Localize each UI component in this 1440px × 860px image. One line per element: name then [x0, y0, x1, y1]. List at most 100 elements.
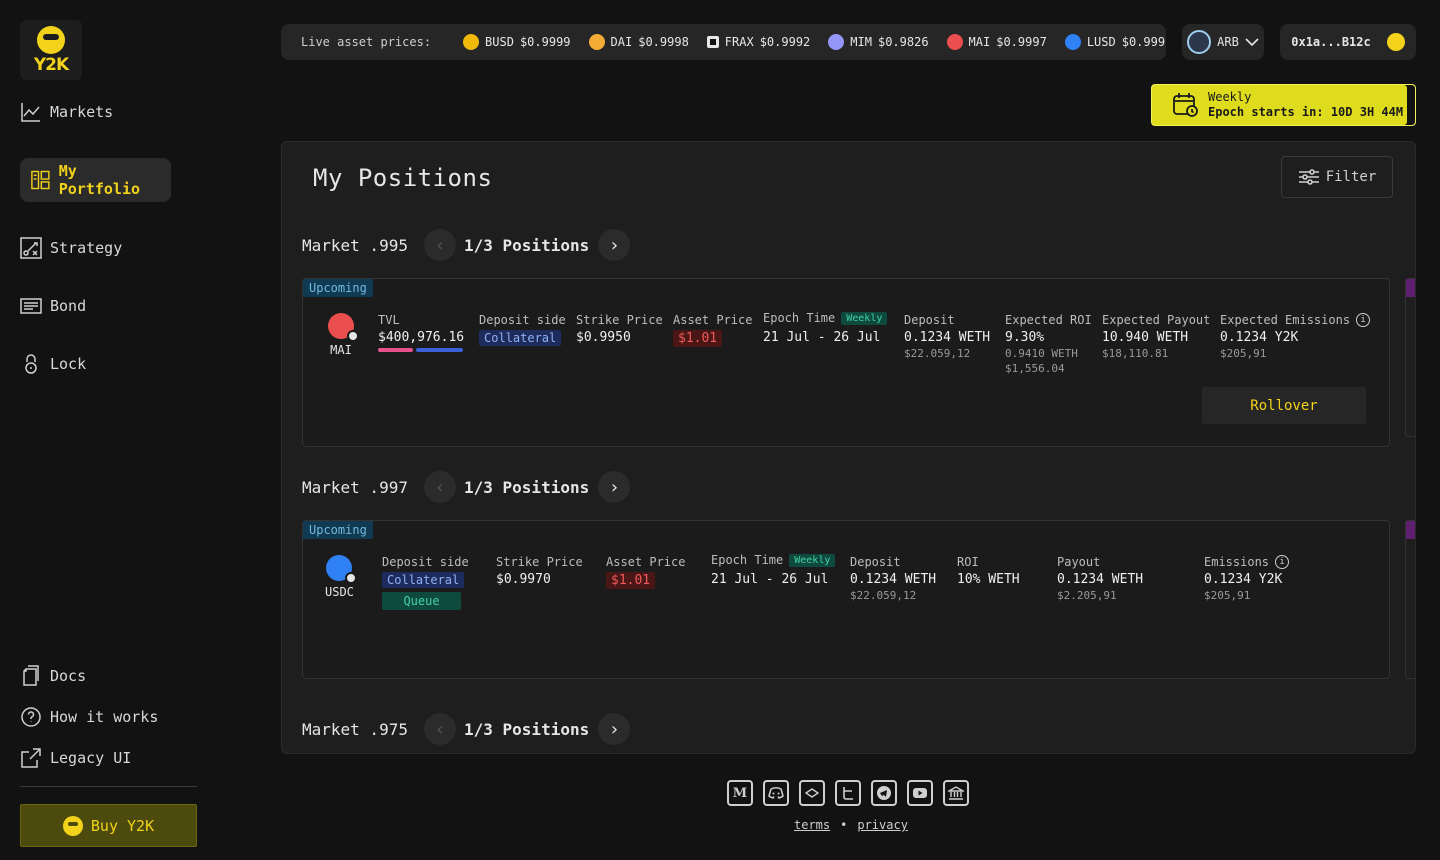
epoch-countdown: Epoch starts in: 10D 3H 44M [1208, 105, 1404, 119]
emissions-value: 0.1234 Y2K [1204, 572, 1283, 587]
sidebar: Y2K Markets My Portfolio Strategy Bond L… [0, 0, 218, 860]
epoch-type: Weekly [1208, 90, 1252, 104]
ticker-symbol: DAI [610, 35, 633, 49]
asset-symbol: MAI [330, 343, 352, 357]
positions-panel: My Positions Filter Market .995 ‹ 1/3 Po… [281, 141, 1416, 754]
payout-usd: $18,110.81 [1102, 347, 1169, 360]
payout-label: Expected Payout [1102, 313, 1211, 327]
strike-price-value: $0.9950 [576, 330, 631, 345]
deposit-side-value: Collateral [382, 572, 465, 588]
buy-y2k-button[interactable]: Buy Y2K [20, 804, 197, 847]
youtube-icon[interactable] [907, 780, 933, 806]
roi-value: 9.30% [1005, 330, 1045, 345]
deposit-side-cell: Deposit side Collateral Queue [382, 555, 469, 610]
asset-price-value: $1.01 [673, 330, 723, 347]
tvl-bar [378, 348, 464, 352]
rollover-button[interactable]: Rollover [1202, 387, 1366, 424]
lock-icon [25, 354, 37, 374]
sidebar-item-markets[interactable]: Markets [20, 101, 113, 123]
emissions-label-row: Emissions i [1204, 555, 1290, 569]
status-badge: Upcoming [303, 279, 373, 297]
sidebar-item-docs[interactable]: Docs [20, 665, 86, 687]
external-link-icon [21, 748, 41, 768]
sidebar-item-strategy[interactable]: Strategy [20, 237, 122, 259]
next-card-peek[interactable] [1405, 278, 1415, 437]
sidebar-item-bond[interactable]: Bond [20, 295, 86, 317]
sidebar-item-label: Bond [50, 297, 87, 315]
y2k-logo[interactable]: Y2K [20, 20, 82, 80]
emissions-cell: Emissions i 0.1234 Y2K $205,91 [1204, 555, 1290, 602]
roi-label: ROI [957, 555, 979, 569]
info-icon[interactable]: i [1275, 555, 1290, 569]
medium-icon[interactable]: M [727, 780, 753, 806]
ticker-item: MAI $0.9997 [946, 34, 1047, 50]
market-header: Market .975 ‹ 1/3 Positions › [302, 713, 631, 745]
status-badge: Upcoming [303, 521, 373, 539]
asset-price-value: $1.01 [606, 572, 656, 589]
next-card-peek[interactable] [1405, 520, 1415, 679]
logo-text: Y2K [33, 54, 69, 75]
twitter-icon[interactable] [835, 780, 861, 806]
roi-usd: $1,556.04 [1005, 362, 1065, 375]
ticker-item: DAI $0.9998 [588, 34, 689, 50]
deposit-usd: $22.059,12 [904, 347, 971, 360]
sidebar-item-label: Strategy [50, 239, 123, 257]
strike-price-cell: Strike Price $0.9970 [496, 555, 583, 587]
epoch-banner: Weekly Epoch starts in: 10D 3H 44M [1151, 84, 1416, 126]
deposit-cell: Deposit 0.1234 WETH $22.059,12 [850, 555, 936, 602]
prev-position-button[interactable]: ‹ [424, 471, 456, 503]
footer-links: terms • privacy [794, 818, 908, 832]
ticker-symbol: MAI [968, 35, 991, 49]
deposit-side-cell: Deposit side Collateral [479, 313, 566, 346]
sidebar-item-how-it-works[interactable]: How it works [20, 706, 158, 728]
epoch-tag: Weekly [789, 553, 836, 567]
position-count: 1/3 Positions [464, 719, 590, 739]
network-selector[interactable]: ARB [1182, 24, 1264, 60]
epoch-time-value: 21 Jul - 26 Jul [711, 572, 829, 587]
terms-link[interactable]: terms [794, 818, 830, 832]
discord-icon[interactable] [763, 780, 789, 806]
emissions-label: Expected Emissions [1220, 313, 1351, 327]
info-icon[interactable]: i [1356, 313, 1371, 327]
asset-cell: MAI [328, 313, 359, 357]
ticker-price: $0.999 [1121, 35, 1166, 49]
sidebar-item-lock[interactable]: Lock [20, 353, 86, 375]
queue-badge: Queue [382, 592, 461, 610]
filter-icon [1298, 169, 1319, 185]
privacy-link[interactable]: privacy [857, 818, 908, 832]
strike-price-label: Strike Price [576, 313, 663, 327]
next-position-button[interactable]: › [598, 229, 631, 261]
plus-badge-icon [347, 330, 359, 342]
ticker-item: BUSD $0.9999 [463, 34, 571, 50]
network-label: ARB [1217, 35, 1239, 49]
calendar-clock-icon [1173, 93, 1198, 117]
wallet-avatar-icon [1386, 33, 1405, 51]
ticker-symbol: FRAX [724, 35, 754, 49]
ticker-symbol: MIM [850, 35, 872, 49]
sidebar-item-legacy-ui[interactable]: Legacy UI [20, 747, 131, 769]
gitbook-icon[interactable] [799, 780, 825, 806]
mai-icon [946, 34, 963, 50]
wallet-address: 0x1a...B12c [1291, 35, 1371, 49]
strike-price-label: Strike Price [496, 555, 583, 569]
sidebar-item-my-portfolio[interactable]: My Portfolio [20, 158, 171, 202]
asset-price-label: Asset Price [606, 555, 686, 569]
roi-cell: ROI 10% WETH [957, 555, 1020, 587]
bank-icon[interactable] [943, 780, 969, 806]
next-position-button[interactable]: › [598, 713, 631, 745]
prev-position-button[interactable]: ‹ [424, 713, 456, 745]
emissions-value: 0.1234 Y2K [1220, 330, 1299, 345]
prev-position-button[interactable]: ‹ [424, 229, 456, 261]
page-title: My Positions [313, 164, 493, 192]
roi-value: 10% WETH [957, 572, 1020, 587]
next-position-button[interactable]: › [598, 471, 631, 503]
emissions-cell: Expected Emissions i 0.1234 Y2K $205,91 [1220, 313, 1371, 360]
wallet-button[interactable]: 0x1a...B12c [1280, 24, 1416, 60]
filter-button[interactable]: Filter [1281, 156, 1393, 198]
ticker-item: MIM $0.9826 [828, 34, 929, 50]
telegram-icon[interactable] [871, 780, 897, 806]
market-header: Market .995 ‹ 1/3 Positions › [302, 229, 631, 261]
sidebar-item-label: Lock [50, 355, 87, 373]
smiley-icon [37, 25, 65, 54]
asset-cell: USDC [325, 555, 358, 599]
